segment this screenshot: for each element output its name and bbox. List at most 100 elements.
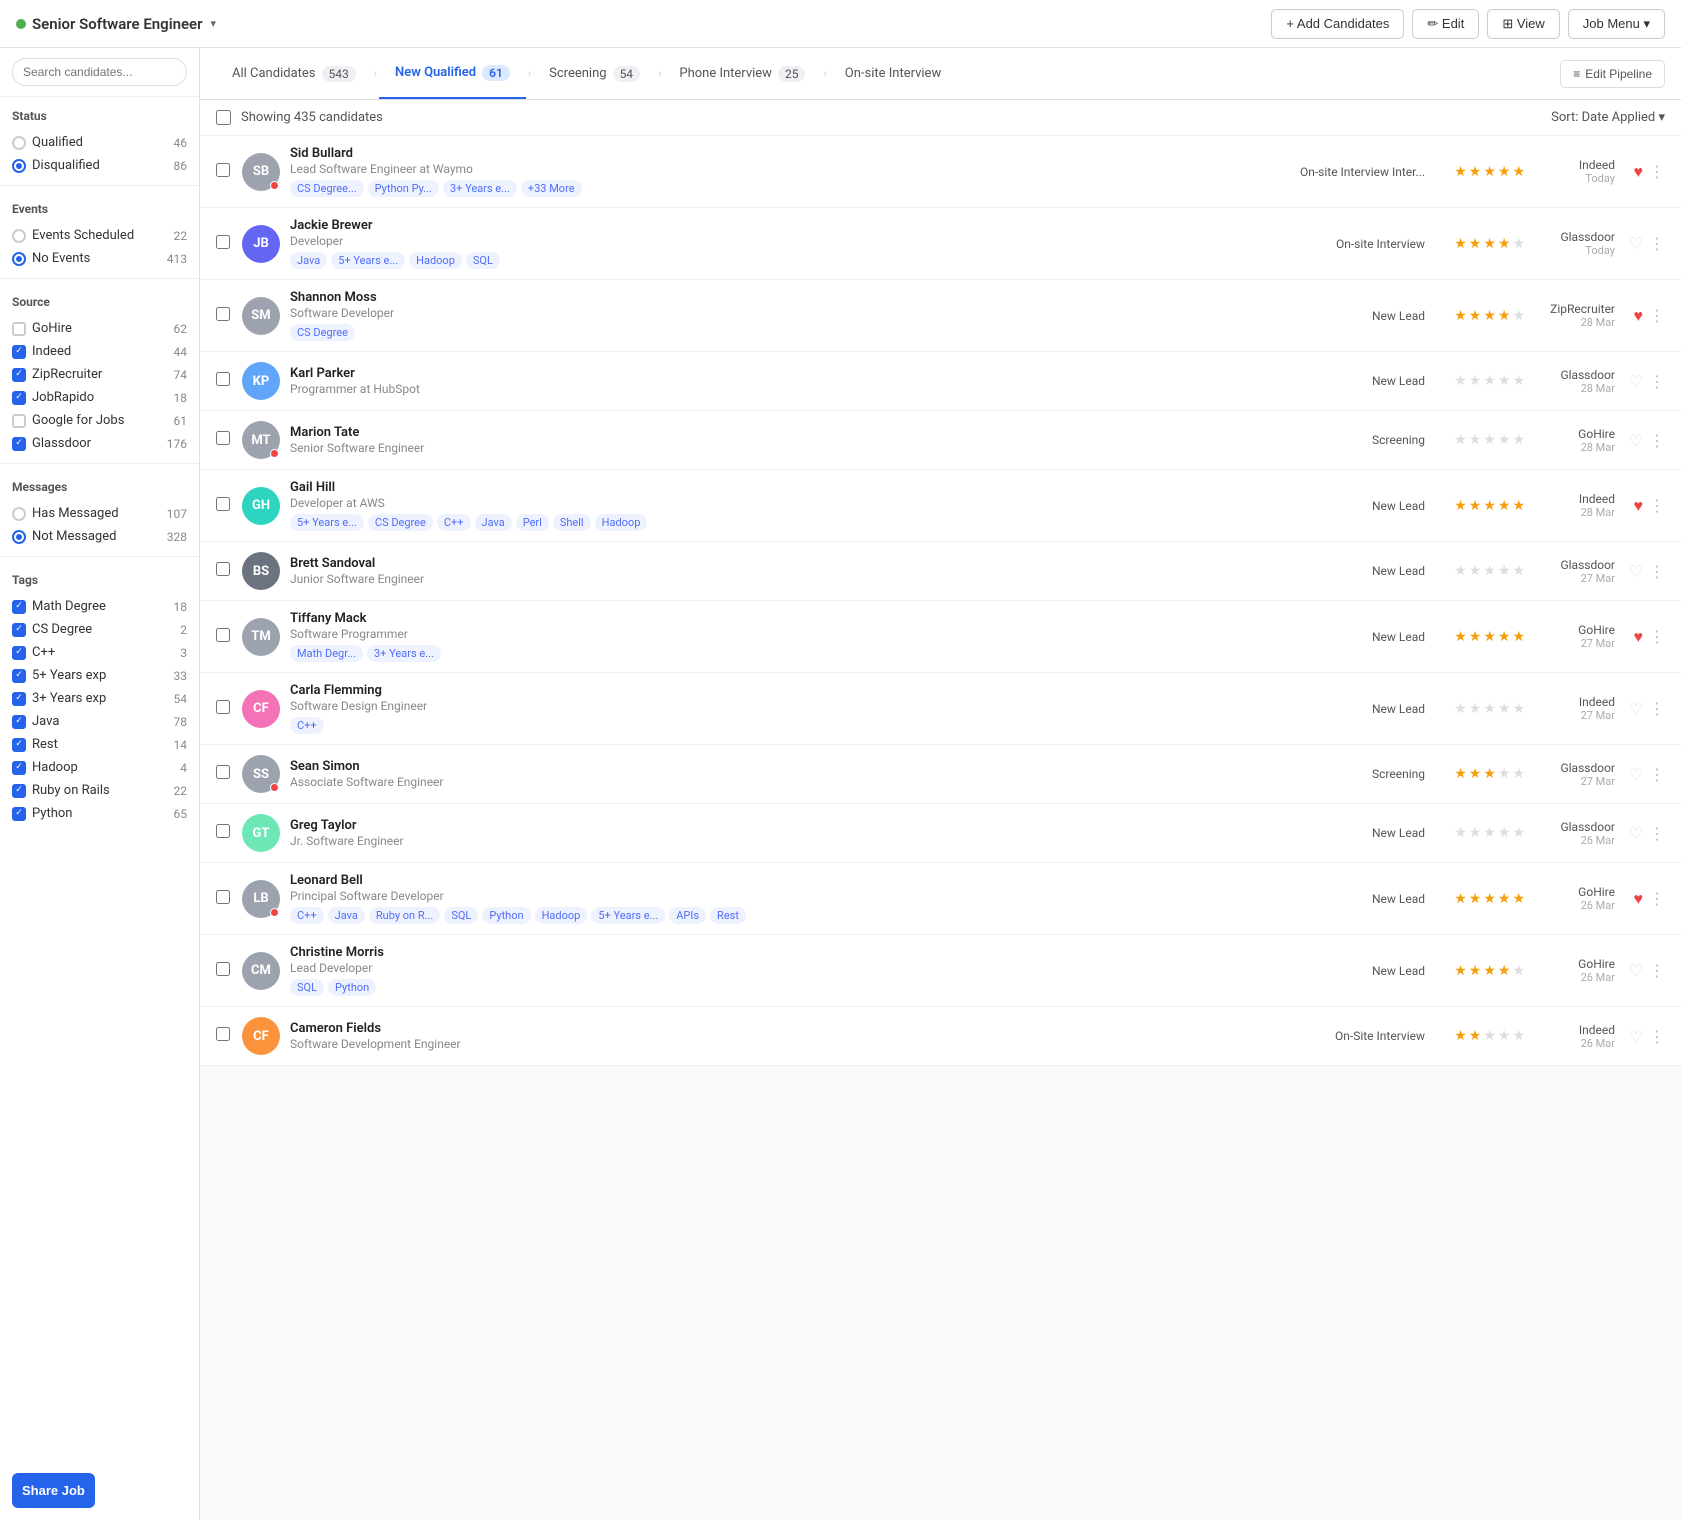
checkbox-cs-degree[interactable] [12,623,26,637]
radio-disqualified[interactable] [12,159,26,173]
checkbox-indeed[interactable] [12,345,26,359]
candidate-stars[interactable]: ★★★★★ [1435,236,1525,252]
sidebar-item-google-jobs[interactable]: Google for Jobs 61 [12,409,187,432]
add-candidates-button[interactable]: + Add Candidates [1271,9,1404,39]
sidebar-item-gohire[interactable]: GoHire 62 [12,317,187,340]
tag[interactable]: CS Degree... [290,180,364,197]
checkbox-python[interactable] [12,807,26,821]
sidebar-item-ziprecruiter[interactable]: ZipRecruiter 74 [12,363,187,386]
more-options-button[interactable]: ⋮ [1649,961,1665,980]
tab-onsite-interview[interactable]: On-site Interview [829,48,957,99]
candidate-stars[interactable]: ★★★★★ [1435,432,1525,448]
checkbox-gohire[interactable] [12,322,26,336]
candidate-row[interactable]: GH Gail Hill Developer at AWS 5+ Years e… [200,470,1681,542]
tag[interactable]: Java [475,514,512,531]
like-button[interactable]: ♡ [1629,431,1643,450]
candidate-stars[interactable]: ★★★★★ [1435,1028,1525,1044]
checkbox-ruby-on-rails[interactable] [12,784,26,798]
tag[interactable]: SQL [290,979,324,996]
tag[interactable]: +33 More [521,180,582,197]
radio-has-messaged[interactable] [12,507,26,521]
more-options-button[interactable]: ⋮ [1649,824,1665,843]
tag[interactable]: 3+ Years e... [443,180,517,197]
tag[interactable]: Ruby on R... [369,907,440,924]
edit-button[interactable]: ✏ Edit [1412,9,1479,39]
more-options-button[interactable]: ⋮ [1649,765,1665,784]
sidebar-item-tag-ruby-on-rails[interactable]: Ruby on Rails 22 [12,779,187,802]
candidate-stars[interactable]: ★★★★★ [1435,629,1525,645]
candidate-stars[interactable]: ★★★★★ [1435,164,1525,180]
like-button[interactable]: ♥ [1634,162,1644,182]
row-checkbox[interactable] [216,497,232,515]
row-checkbox[interactable] [216,890,232,908]
like-button[interactable]: ♡ [1629,372,1643,391]
tab-screening[interactable]: Screening 54 [533,48,656,99]
tag[interactable]: Python Py... [368,180,439,197]
tab-all-candidates[interactable]: All Candidates 543 [216,48,372,99]
like-button[interactable]: ♡ [1629,1027,1643,1046]
like-button[interactable]: ♥ [1634,306,1644,326]
tag[interactable]: SQL [444,907,478,924]
sidebar-item-tag-hadoop[interactable]: Hadoop 4 [12,756,187,779]
select-all-checkbox[interactable] [216,110,231,125]
tab-new-qualified[interactable]: New Qualified 61 [379,48,526,99]
checkbox-3-years[interactable] [12,692,26,706]
tag[interactable]: C++ [290,717,324,734]
row-checkbox[interactable] [216,824,232,842]
view-button[interactable]: ⊞ View [1487,9,1559,39]
candidate-row[interactable]: SB Sid Bullard Lead Software Engineer at… [200,136,1681,208]
candidate-stars[interactable]: ★★★★★ [1435,766,1525,782]
edit-pipeline-button[interactable]: ≡ Edit Pipeline [1560,60,1665,88]
tag[interactable]: Rest [710,907,746,924]
sidebar-item-has-messaged[interactable]: Has Messaged 107 [12,502,187,525]
tag[interactable]: Hadoop [535,907,588,924]
checkbox-ziprecruiter[interactable] [12,368,26,382]
checkbox-jobrapido[interactable] [12,391,26,405]
sidebar-item-tag-5-years[interactable]: 5+ Years exp 33 [12,664,187,687]
checkbox-math-degree[interactable] [12,600,26,614]
checkbox-hadoop[interactable] [12,761,26,775]
like-button[interactable]: ♡ [1629,699,1643,718]
radio-not-messaged[interactable] [12,530,26,544]
candidate-stars[interactable]: ★★★★★ [1435,373,1525,389]
candidate-stars[interactable]: ★★★★★ [1435,701,1525,717]
tag[interactable]: 5+ Years e... [591,907,665,924]
sidebar-item-glassdoor[interactable]: Glassdoor 176 [12,432,187,455]
like-button[interactable]: ♡ [1629,824,1643,843]
tab-phone-interview[interactable]: Phone Interview 25 [663,48,821,99]
like-button[interactable]: ♡ [1629,234,1643,253]
like-button[interactable]: ♡ [1629,765,1643,784]
candidate-stars[interactable]: ★★★★★ [1435,891,1525,907]
tag[interactable]: SQL [466,252,500,269]
candidate-row[interactable]: CM Christine Morris Lead Developer SQLPy… [200,935,1681,1007]
sidebar-item-tag-python[interactable]: Python 65 [12,802,187,825]
sidebar-item-tag-3-years[interactable]: 3+ Years exp 54 [12,687,187,710]
sidebar-item-events-scheduled[interactable]: Events Scheduled 22 [12,224,187,247]
checkbox-rest[interactable] [12,738,26,752]
sidebar-item-disqualified[interactable]: Disqualified 86 [12,154,187,177]
like-button[interactable]: ♥ [1634,496,1644,516]
sidebar-item-tag-cs-degree[interactable]: CS Degree 2 [12,618,187,641]
more-options-button[interactable]: ⋮ [1649,162,1665,181]
checkbox-glassdoor[interactable] [12,437,26,451]
candidate-row[interactable]: LB Leonard Bell Principal Software Devel… [200,863,1681,935]
checkbox-java[interactable] [12,715,26,729]
candidate-row[interactable]: CF Cameron Fields Software Development E… [200,1007,1681,1066]
sort-button[interactable]: Sort: Date Applied ▾ [1551,110,1665,125]
candidate-stars[interactable]: ★★★★★ [1435,498,1525,514]
like-button[interactable]: ♥ [1634,627,1644,647]
tag[interactable]: Math Degr... [290,645,363,662]
tag[interactable]: 5+ Years e... [290,514,364,531]
tag[interactable]: APIs [669,907,706,924]
tag[interactable]: Perl [516,514,549,531]
sidebar-item-qualified[interactable]: Qualified 46 [12,131,187,154]
more-options-button[interactable]: ⋮ [1649,562,1665,581]
checkbox-5-years[interactable] [12,669,26,683]
sidebar-item-indeed[interactable]: Indeed 44 [12,340,187,363]
sidebar-item-tag-rest[interactable]: Rest 14 [12,733,187,756]
tag[interactable]: C++ [437,514,471,531]
candidate-row[interactable]: GT Greg Taylor Jr. Software Engineer New… [200,804,1681,863]
radio-no-events[interactable] [12,252,26,266]
sidebar-item-tag-cpp[interactable]: C++ 3 [12,641,187,664]
radio-qualified[interactable] [12,136,26,150]
